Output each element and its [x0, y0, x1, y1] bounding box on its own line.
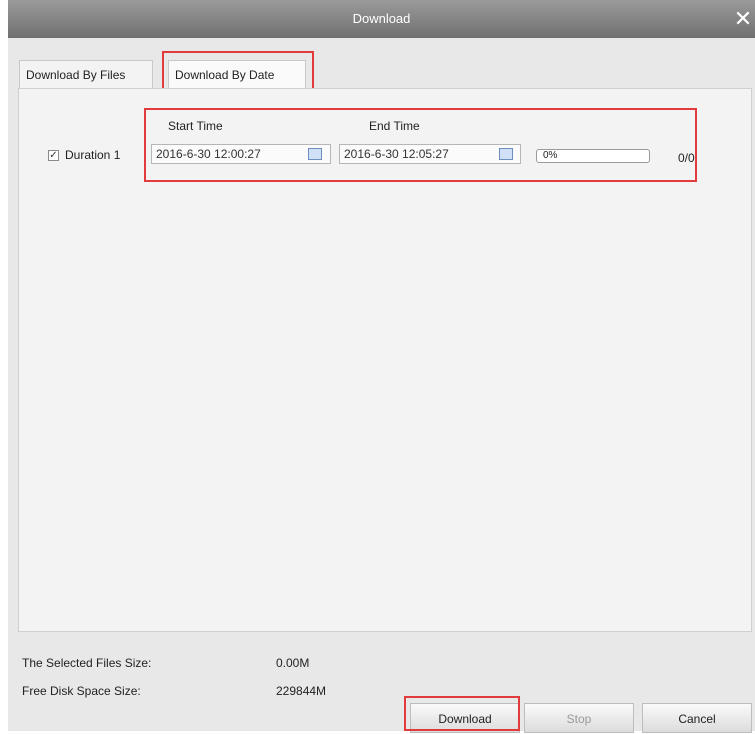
tab-download-by-date[interactable]: Download By Date [168, 60, 306, 88]
free-disk-space-label: Free Disk Space Size: [22, 684, 141, 698]
free-disk-space-value: 229844M [276, 684, 327, 698]
download-panel [18, 88, 752, 632]
duration-1-label: Duration 1 [65, 148, 121, 162]
tab-download-by-files[interactable]: Download By Files [19, 60, 153, 88]
download-dialog: Download ✕ Download By Files Download By… [8, 0, 755, 733]
end-time-input[interactable]: 2016-6-30 12:05:27 [339, 144, 521, 164]
close-icon[interactable]: ✕ [731, 7, 755, 31]
end-time-header: End Time [369, 119, 420, 133]
selected-files-size-label: The Selected Files Size: [22, 656, 152, 670]
start-time-header: Start Time [168, 119, 223, 133]
calendar-icon[interactable] [308, 148, 322, 160]
title-bar: Download ✕ [8, 0, 755, 38]
download-button[interactable]: Download [410, 703, 520, 733]
cancel-button[interactable]: Cancel [642, 703, 752, 733]
progress-percent-text: 0% [543, 150, 558, 161]
calendar-icon[interactable] [499, 148, 513, 160]
start-time-input[interactable]: 2016-6-30 12:00:27 [151, 144, 331, 164]
duration-1-checkbox[interactable]: ✓ [48, 150, 59, 161]
stop-button[interactable]: Stop [524, 703, 634, 733]
selected-files-size-value: 0.00M [276, 656, 310, 670]
download-progress-bar: 0% [536, 149, 650, 163]
window-title: Download [352, 11, 411, 26]
file-count: 0/0 [678, 151, 695, 165]
